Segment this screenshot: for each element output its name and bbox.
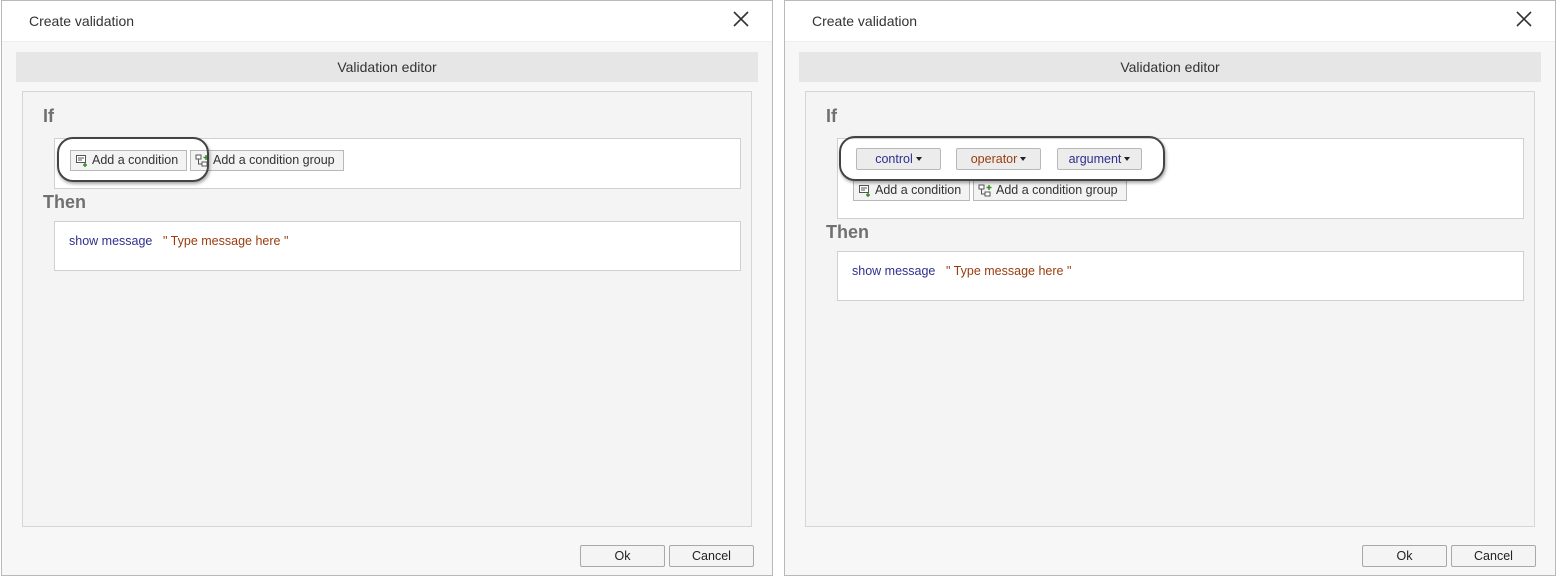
- validation-editor-body: If Add a condition Add a condition group: [22, 91, 752, 527]
- argument-dropdown-label: argument: [1068, 152, 1122, 166]
- add-condition-group-button[interactable]: Add a condition group: [973, 180, 1127, 201]
- caret-down-icon: [1124, 156, 1131, 161]
- then-action-panel: show message " Type message here ": [54, 221, 741, 271]
- if-label: If: [826, 106, 837, 126]
- validation-editor-header: Validation editor: [16, 52, 758, 82]
- operator-dropdown[interactable]: operator: [956, 148, 1041, 170]
- create-validation-dialog-right: Create validation Validation editor If c…: [784, 0, 1556, 576]
- close-icon[interactable]: [1513, 8, 1535, 30]
- if-condition-panel: Add a condition Add a condition group: [54, 138, 741, 189]
- then-action-panel: show message " Type message here ": [837, 251, 1524, 301]
- dialog-title-bar: Create validation: [2, 1, 772, 42]
- add-condition-button[interactable]: Add a condition: [70, 150, 187, 171]
- operator-dropdown-label: operator: [970, 152, 1018, 166]
- dialog-title-bar: Create validation: [785, 1, 1555, 42]
- control-dropdown-label: control: [875, 152, 913, 166]
- show-message-action[interactable]: show message: [852, 264, 935, 278]
- close-icon[interactable]: [730, 8, 752, 30]
- dialog-title: Create validation: [812, 13, 918, 29]
- validation-editor-header: Validation editor: [799, 52, 1541, 82]
- add-condition-group-icon: [195, 154, 209, 166]
- then-label: Then: [826, 222, 869, 242]
- cancel-button[interactable]: Cancel: [1451, 545, 1536, 567]
- message-text-value[interactable]: " Type message here ": [946, 264, 1071, 278]
- add-condition-label: Add a condition: [875, 183, 962, 197]
- caret-down-icon: [1020, 156, 1027, 161]
- message-text-value[interactable]: " Type message here ": [163, 234, 288, 248]
- show-message-action[interactable]: show message: [69, 234, 152, 248]
- add-condition-group-icon: [978, 184, 992, 196]
- ok-button[interactable]: Ok: [1362, 545, 1447, 567]
- if-label: If: [43, 106, 54, 126]
- if-condition-panel: control operator argument Add a conditio…: [837, 138, 1524, 219]
- add-condition-label: Add a condition: [92, 153, 179, 167]
- caret-down-icon: [915, 156, 922, 161]
- create-validation-dialog-left: Create validation Validation editor If A…: [1, 0, 773, 576]
- argument-dropdown[interactable]: argument: [1057, 148, 1142, 170]
- add-condition-group-label: Add a condition group: [996, 183, 1118, 197]
- add-condition-icon: [76, 154, 87, 167]
- add-condition-button[interactable]: Add a condition: [853, 180, 970, 201]
- add-condition-group-button[interactable]: Add a condition group: [190, 150, 344, 171]
- validation-editor-body: If control operator argument Add a condi…: [805, 91, 1535, 527]
- control-dropdown[interactable]: control: [856, 148, 941, 170]
- add-condition-group-label: Add a condition group: [213, 153, 335, 167]
- then-label: Then: [43, 192, 86, 212]
- add-condition-icon: [859, 184, 870, 197]
- dialog-title: Create validation: [29, 13, 135, 29]
- cancel-button[interactable]: Cancel: [669, 545, 754, 567]
- ok-button[interactable]: Ok: [580, 545, 665, 567]
